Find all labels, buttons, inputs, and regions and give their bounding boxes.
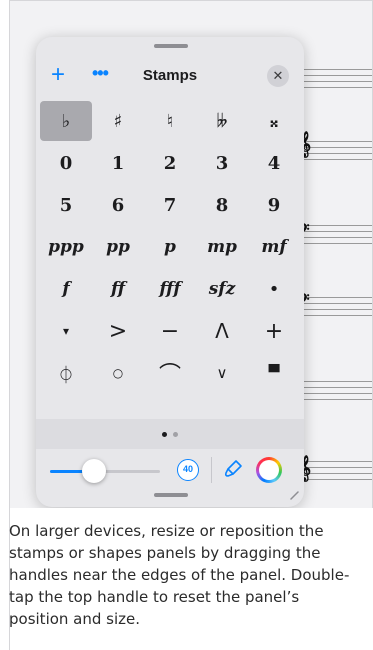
stamp-digit-6[interactable]: 6: [92, 185, 144, 225]
page-dot-inactive: [173, 431, 178, 437]
stamp-stopped[interactable]: +: [248, 311, 300, 351]
stamp-double-sharp[interactable]: 𝄪: [248, 101, 300, 141]
stamp-flat[interactable]: ♭: [40, 101, 92, 141]
stamp-digit-8[interactable]: 8: [196, 185, 248, 225]
stamp-digit-3[interactable]: 3: [196, 143, 248, 183]
stamp-row-dynamics-loud: f ff fff sfz •: [40, 269, 300, 309]
resize-corner-icon[interactable]: [289, 490, 299, 500]
stamp-row-markings: ⏀ ○ ⌒ ∨ ▀: [40, 353, 300, 393]
stamp-digit-0[interactable]: 0: [40, 143, 92, 183]
panel-title: Stamps: [142, 67, 198, 84]
stamp-digit-1[interactable]: 1: [92, 143, 144, 183]
stamp-sfz[interactable]: sfz: [196, 269, 248, 309]
stamp-digit-5[interactable]: 5: [40, 185, 92, 225]
stamps-panel: + ••• Stamps ✕ ♭ ♯ ♮ 𝄫 𝄪 0 1 2 3 4 5 6 7…: [36, 37, 304, 507]
stamp-open-harmonic[interactable]: ○: [92, 353, 144, 393]
stamp-accent[interactable]: >: [92, 311, 144, 351]
stamp-row-dynamics-soft: ppp pp p mp mf: [40, 227, 300, 267]
stamp-size-badge[interactable]: 40: [177, 459, 199, 481]
toolbar-divider: [211, 457, 212, 483]
close-icon[interactable]: ✕: [267, 65, 289, 87]
stamp-mf[interactable]: mf: [248, 227, 300, 267]
stamp-staccato-dot[interactable]: •: [248, 269, 300, 309]
stamp-tenuto[interactable]: −: [144, 311, 196, 351]
stamp-grid: ♭ ♯ ♮ 𝄫 𝄪 0 1 2 3 4 5 6 7 8 9 ppp pp p m…: [40, 101, 300, 395]
stamp-digit-2[interactable]: 2: [144, 143, 196, 183]
stamp-fff[interactable]: fff: [144, 269, 196, 309]
stamp-row-fingering-2: 5 6 7 8 9: [40, 185, 300, 225]
stamp-row-articulations: ▾ > − Λ +: [40, 311, 300, 351]
caption-text: On larger devices, resize or reposition …: [9, 522, 350, 628]
stamp-down-bow[interactable]: ▀: [248, 353, 300, 393]
background-score: 𝄞 𝄢 𝄢 𝄞: [294, 51, 372, 508]
stamp-digit-7[interactable]: 7: [144, 185, 196, 225]
paintbrush-icon[interactable]: [222, 458, 244, 480]
bottom-drag-handle[interactable]: [154, 493, 188, 497]
stamp-digit-4[interactable]: 4: [248, 143, 300, 183]
page-dot-active: [162, 431, 167, 437]
stamp-ppp[interactable]: ppp: [40, 227, 92, 267]
stamp-toolbar: 40: [36, 449, 304, 489]
stamp-marcato[interactable]: Λ: [196, 311, 248, 351]
stamp-sharp[interactable]: ♯: [92, 101, 144, 141]
color-picker-icon[interactable]: [256, 457, 282, 483]
top-drag-handle[interactable]: [154, 44, 188, 48]
stamp-mp[interactable]: mp: [196, 227, 248, 267]
stamp-natural[interactable]: ♮: [144, 101, 196, 141]
panel-header: + ••• Stamps ✕: [36, 57, 304, 95]
slider-thumb[interactable]: [82, 459, 106, 483]
stamp-thumb[interactable]: ⏀: [40, 353, 92, 393]
stamp-f[interactable]: f: [40, 269, 92, 309]
stamp-double-flat[interactable]: 𝄫: [196, 101, 248, 141]
stamp-fermata[interactable]: ⌒: [144, 353, 196, 393]
stamp-digit-9[interactable]: 9: [248, 185, 300, 225]
stamp-ff[interactable]: ff: [92, 269, 144, 309]
stamp-up-bow[interactable]: ∨: [196, 353, 248, 393]
stamp-row-accidentals: ♭ ♯ ♮ 𝄫 𝄪: [40, 101, 300, 141]
stamp-staccatissimo[interactable]: ▾: [40, 311, 92, 351]
stamp-row-fingering-1: 0 1 2 3 4: [40, 143, 300, 183]
page-indicator[interactable]: [36, 419, 304, 449]
stamp-pp[interactable]: pp: [92, 227, 144, 267]
stamp-p[interactable]: p: [144, 227, 196, 267]
screenshot-frame: 𝄞 𝄢 𝄢 𝄞 + ••• Stamps ✕ ♭ ♯ ♮ 𝄫 𝄪 0 1 2: [9, 0, 373, 508]
